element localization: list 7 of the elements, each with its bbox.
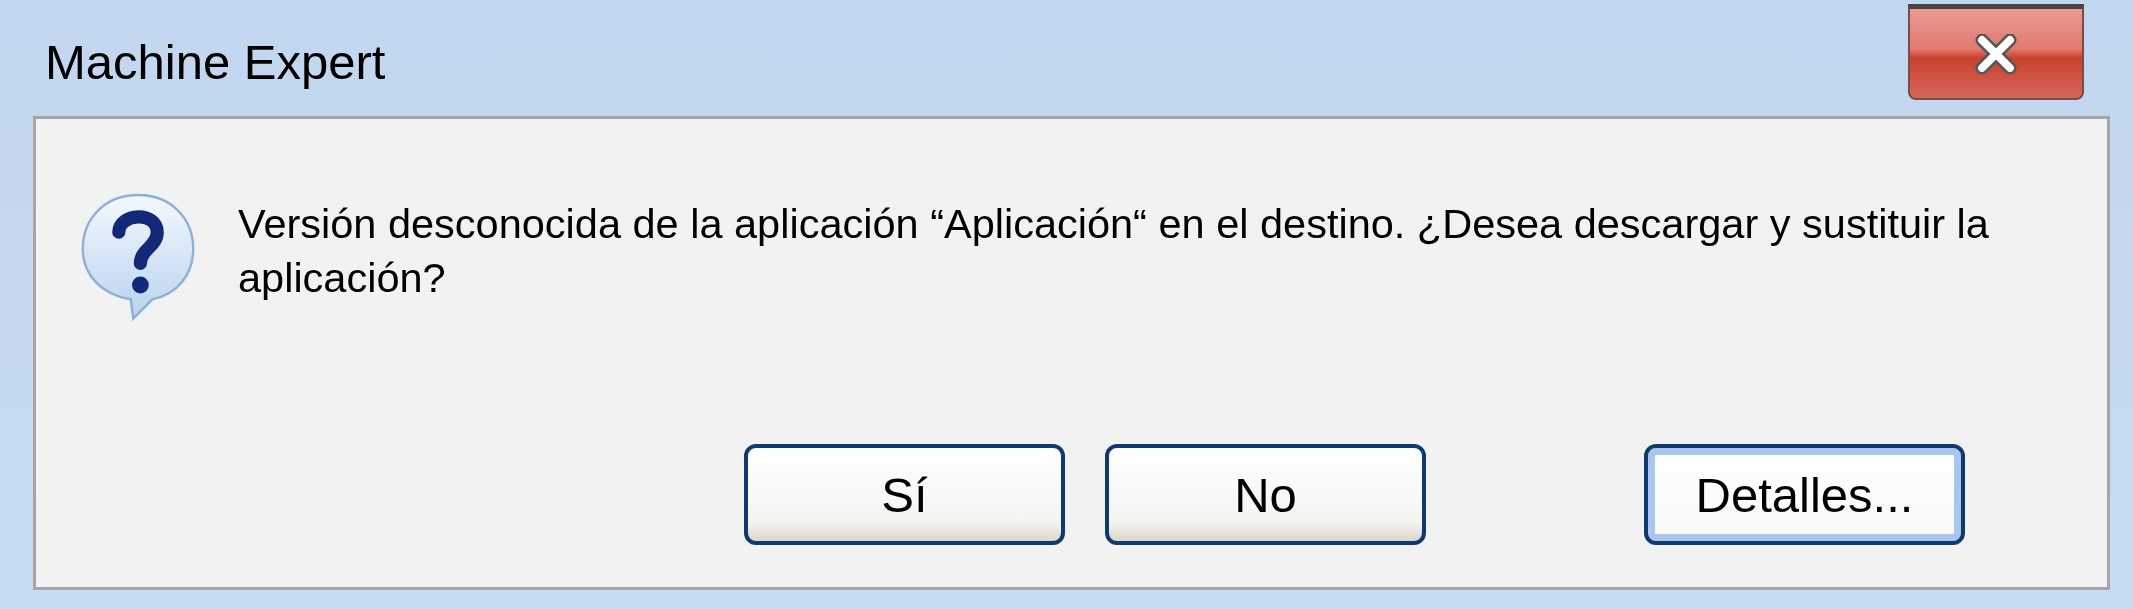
close-icon [1974, 33, 2018, 74]
window-title: Machine Expert [45, 34, 386, 90]
dialog-message: Versión desconocida de la aplicación “Aplicación“ en el destino. ¿Desea descargar y sustituir la aplicación? [238, 199, 1990, 303]
dialog-button[interactable]: No [1105, 444, 1426, 545]
dialog-button[interactable]: Sí [744, 444, 1065, 545]
dialog-button[interactable]: Detalles... [1644, 444, 1965, 545]
close-button[interactable] [1908, 4, 2084, 100]
